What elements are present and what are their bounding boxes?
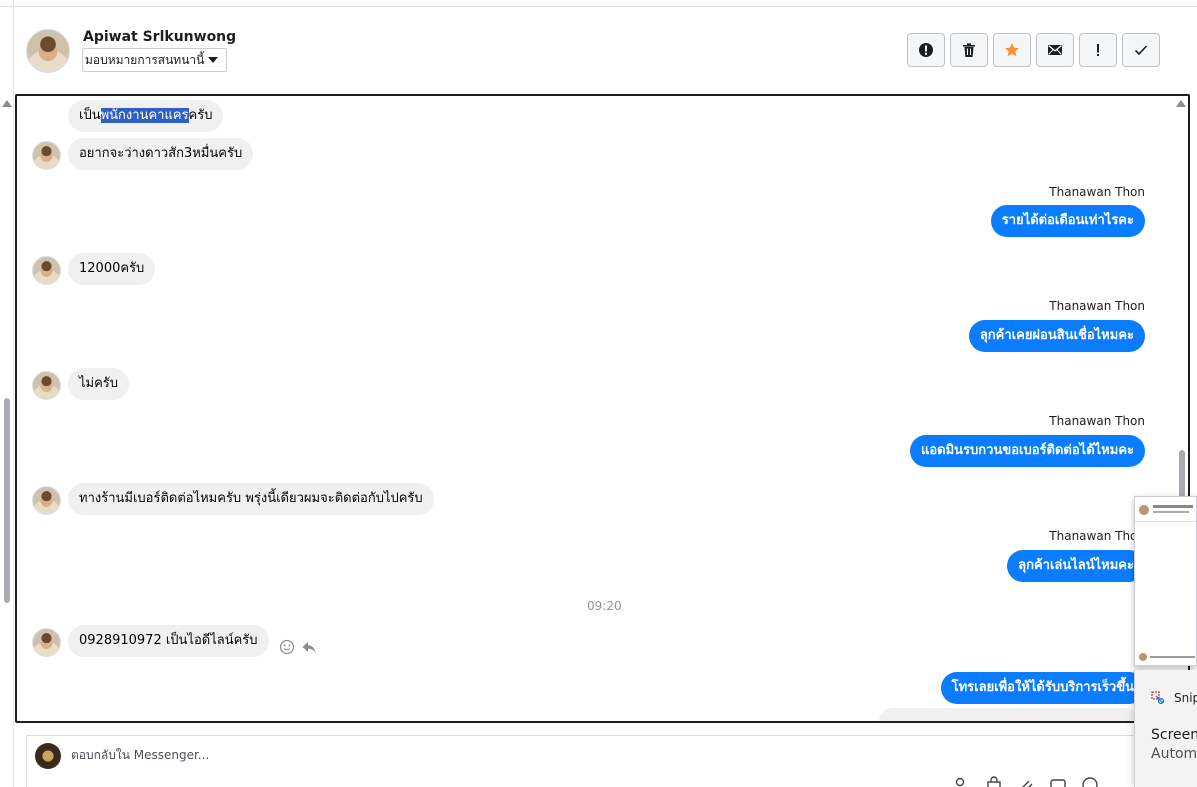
delete-button[interactable]: [950, 33, 988, 67]
top-divider: [0, 6, 1197, 7]
reply-input[interactable]: [71, 748, 671, 762]
mini-sub-line: [1153, 511, 1189, 513]
incoming-message[interactable]: ทางร้านมีเบอร์ติดต่อไหมครับ พรุ่งนี้เดีย…: [68, 483, 434, 515]
notification-title: Screens: [1151, 727, 1197, 743]
envelope-icon: [1048, 45, 1062, 55]
outgoing-message[interactable]: ลุกค้าเล่นไลน์ไหมคะ: [1007, 550, 1145, 582]
paperclip-icon[interactable]: [1017, 776, 1035, 787]
incoming-message[interactable]: 0928910972 เป็นไอดีไลน์ครับ: [68, 625, 269, 657]
mini-avatar: [1139, 653, 1147, 661]
notification-app-name: Snip: [1174, 691, 1197, 705]
outgoing-message[interactable]: รายได้ต่อเดือนเท่าไรคะ: [990, 205, 1145, 237]
sender-name: Thanawan Thon: [1049, 529, 1145, 543]
add-contact-icon[interactable]: [953, 776, 971, 787]
mini-avatar: [1139, 505, 1149, 515]
check-icon: [1134, 45, 1148, 56]
left-divider: [13, 0, 14, 787]
outgoing-message[interactable]: โทรเลยเพื่อให้ได้รับบริการเร็วขึ้น: [940, 672, 1145, 704]
reply-composer: [26, 735, 1136, 787]
snipping-tool-icon: [1151, 691, 1165, 705]
mini-message-line: [1150, 656, 1195, 658]
chat-preview-popup[interactable]: [1134, 496, 1197, 666]
sender-name: Thanawan Thon: [1049, 414, 1145, 428]
incoming-message[interactable]: อยากจะว่างดาวสัก3หมื่นครับ: [68, 138, 254, 170]
incoming-message[interactable]: 12000ครับ: [68, 253, 156, 285]
contact-name[interactable]: Apiwat Srlkunwong: [83, 29, 236, 45]
inbox-window: Apiwat Srlkunwong มอบหมายการสนทนานี้ เป็: [0, 0, 1197, 787]
alert-circle-icon: [919, 43, 933, 57]
page-avatar: [35, 743, 61, 769]
sender-name: Thanawan Thon: [1049, 185, 1145, 199]
star-button[interactable]: [993, 33, 1031, 67]
selected-text: พนักงานคาแคร: [100, 108, 189, 123]
scroll-thumb[interactable]: [4, 398, 10, 603]
smiley-icon[interactable]: [279, 639, 295, 655]
message-timestamp: 09:20: [587, 599, 622, 613]
reply-arrow-icon[interactable]: [301, 639, 317, 655]
contact-avatar-small[interactable]: [32, 486, 61, 515]
contact-avatar-small[interactable]: [32, 141, 61, 170]
trash-icon: [963, 43, 975, 57]
gif-icon[interactable]: [1049, 776, 1067, 787]
outgoing-message[interactable]: แอดมินรบกวนขอเบอร์ติดต่อได้ไหมคะ: [909, 435, 1145, 467]
spam-button[interactable]: [907, 33, 945, 67]
contact-avatar-small[interactable]: [32, 371, 61, 400]
outgoing-message[interactable]: ลุกค้าเคยผ่อนสินเชื่อไหมคะ: [968, 320, 1145, 352]
conversation-panel[interactable]: เป็นพนักงานคาแครครับ อยากจะว่างดาวสัก3หม…: [15, 94, 1190, 723]
scroll-up-arrow-icon[interactable]: [1176, 100, 1186, 107]
partial-message: [879, 708, 1139, 721]
message-text-post: ครับ: [188, 108, 213, 123]
contact-avatar[interactable]: [26, 29, 70, 73]
contact-avatar-small[interactable]: [32, 628, 61, 657]
mark-done-button[interactable]: [1122, 33, 1160, 67]
reply-toolbar: [953, 776, 1099, 787]
assign-conversation-dropdown[interactable]: มอบหมายการสนทนานี้: [82, 48, 228, 72]
caret-down-icon: [208, 57, 219, 63]
follow-up-button[interactable]: [1079, 33, 1117, 67]
incoming-message[interactable]: ไม่ครับ: [68, 368, 130, 400]
emoji-icon[interactable]: [1081, 776, 1099, 787]
exclamation-icon: [1097, 44, 1099, 56]
message-text-pre: เป็น: [79, 108, 101, 123]
contact-avatar-small[interactable]: [32, 256, 61, 285]
conversation-actions: [907, 33, 1160, 67]
system-notification[interactable]: Snip Screens Automa: [1134, 670, 1197, 787]
conversation-scrollbar[interactable]: [1176, 100, 1188, 520]
mini-name-line: [1153, 505, 1193, 508]
message-hover-actions: [279, 639, 317, 655]
assign-label: มอบหมายการสนทนานี้: [85, 52, 205, 67]
notification-body: Automa: [1151, 746, 1197, 762]
star-icon: [1005, 43, 1019, 57]
mark-unread-button[interactable]: [1036, 33, 1074, 67]
sender-name: Thanawan Thon: [1049, 299, 1145, 313]
outer-scrollbar[interactable]: [2, 100, 12, 610]
incoming-message[interactable]: เป็นพนักงานคาแครครับ: [68, 100, 224, 132]
shopping-bag-icon[interactable]: [985, 776, 1003, 787]
popup-divider: [1135, 521, 1196, 522]
scroll-up-arrow-icon[interactable]: [2, 100, 12, 107]
